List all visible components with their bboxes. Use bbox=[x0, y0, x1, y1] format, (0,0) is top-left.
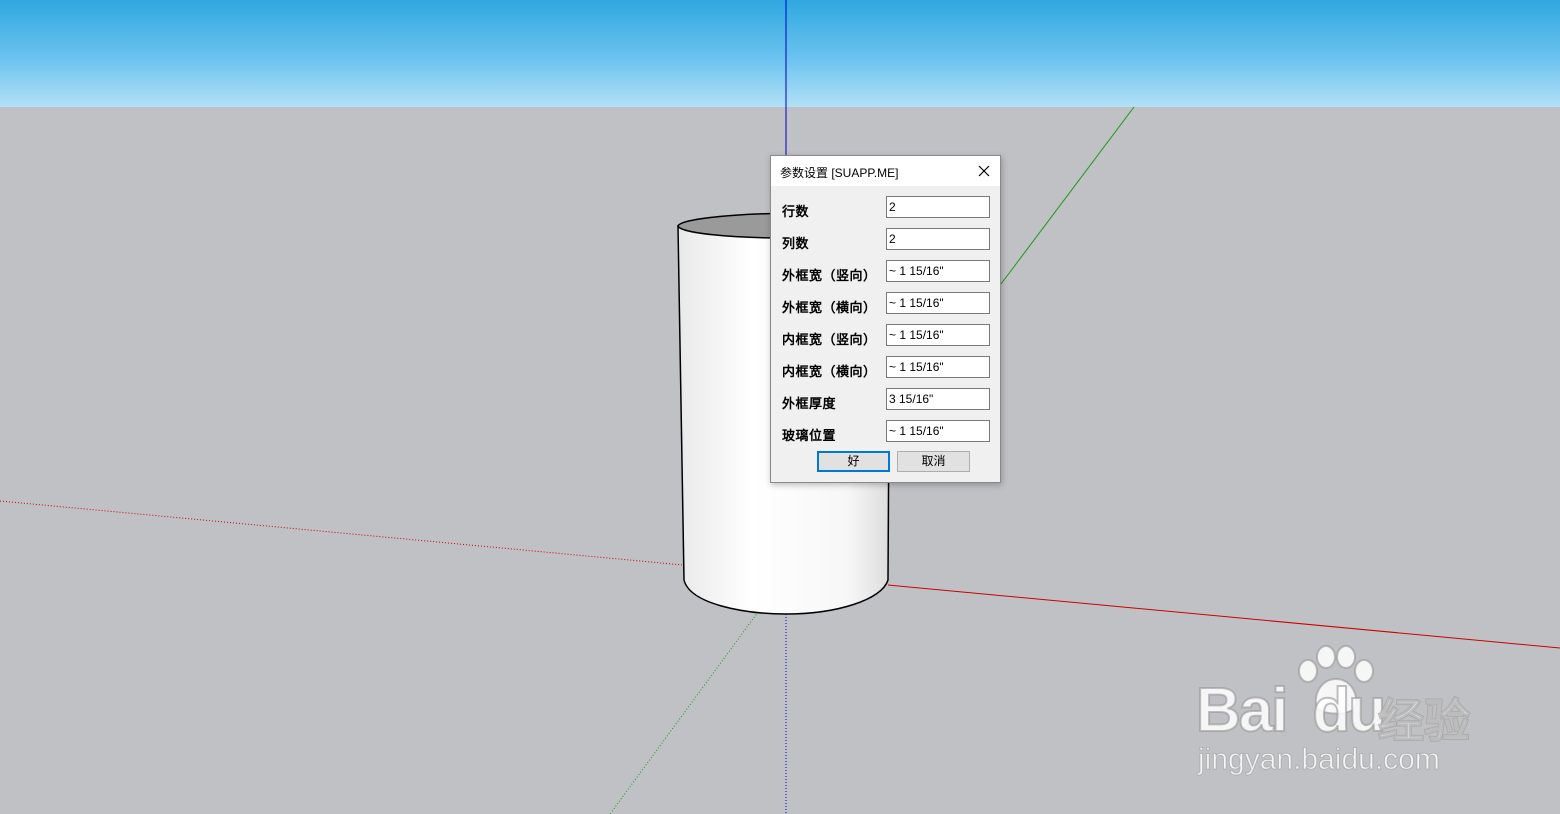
baidu-jingyan-watermark: Bai du 经验 jingyan.baidu.com bbox=[1195, 645, 1486, 785]
dialog-title: 参数设置 [SUAPP.ME] bbox=[780, 166, 899, 180]
red-axis bbox=[887, 584, 1560, 649]
glass-position-label: 玻璃位置 bbox=[782, 429, 837, 444]
watermark-url: jingyan.baidu.com bbox=[1198, 743, 1441, 777]
outer-frame-thickness-input[interactable] bbox=[886, 388, 990, 410]
rows-input[interactable] bbox=[886, 196, 990, 218]
ok-button[interactable]: 好 bbox=[817, 451, 890, 472]
watermark-brand: Bai du bbox=[1195, 675, 1387, 746]
cancel-button[interactable]: 取消 bbox=[897, 451, 970, 472]
watermark-jingyan: 经验 bbox=[1377, 693, 1471, 749]
dialog-titlebar[interactable]: 参数设置 [SUAPP.ME] bbox=[771, 156, 1000, 186]
modeling-viewport[interactable]: 参数设置 [SUAPP.ME] 行数 列数 外框宽（竖向） 外框宽（横向） 内框… bbox=[0, 0, 1560, 814]
columns-input[interactable] bbox=[886, 228, 990, 250]
outer-frame-width-horizontal-input[interactable] bbox=[886, 292, 990, 314]
close-button[interactable] bbox=[972, 160, 996, 182]
inner-frame-width-vertical-label: 内框宽（竖向） bbox=[782, 333, 877, 348]
green-axis bbox=[1000, 106, 1135, 285]
glass-position-input[interactable] bbox=[886, 420, 990, 442]
inner-frame-width-horizontal-input[interactable] bbox=[886, 356, 990, 378]
outer-frame-width-vertical-label: 外框宽（竖向） bbox=[782, 269, 877, 284]
inner-frame-width-horizontal-label: 内框宽（横向） bbox=[782, 365, 877, 380]
outer-frame-thickness-label: 外框厚度 bbox=[782, 397, 837, 412]
columns-label: 列数 bbox=[782, 237, 810, 252]
red-axis-negative bbox=[0, 500, 684, 566]
green-axis-negative bbox=[609, 611, 759, 814]
outer-frame-width-horizontal-label: 外框宽（横向） bbox=[782, 301, 877, 316]
parameter-settings-dialog[interactable]: 参数设置 [SUAPP.ME] 行数 列数 外框宽（竖向） 外框宽（横向） 内框… bbox=[770, 155, 1001, 483]
outer-frame-width-vertical-input[interactable] bbox=[886, 260, 990, 282]
close-icon bbox=[978, 165, 990, 177]
inner-frame-width-vertical-input[interactable] bbox=[886, 324, 990, 346]
rows-label: 行数 bbox=[782, 205, 810, 220]
